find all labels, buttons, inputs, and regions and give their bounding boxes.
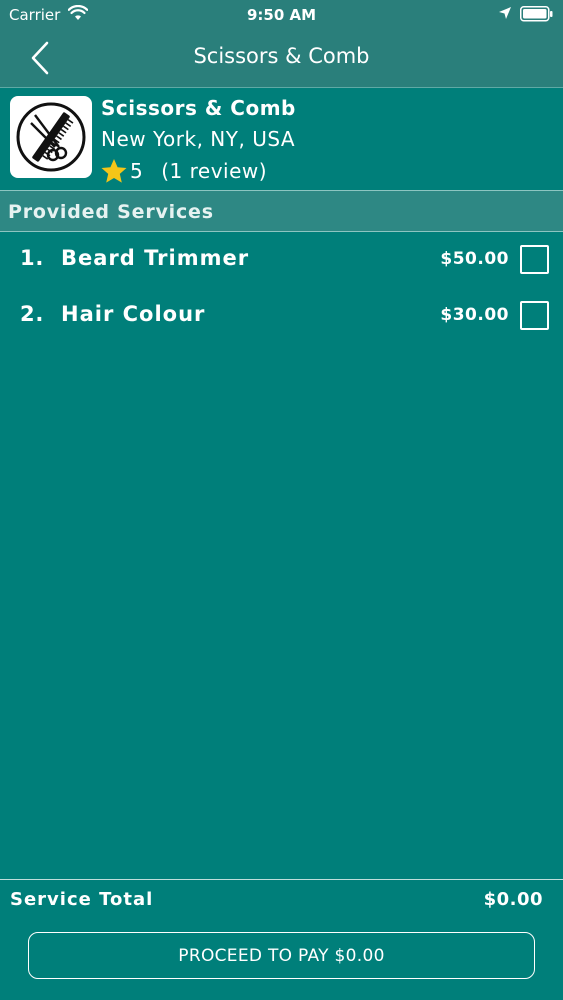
- service-total-label: Service Total: [10, 889, 154, 910]
- service-row[interactable]: 2. Hair Colour $30.00: [0, 288, 563, 344]
- location-arrow-icon: [499, 7, 511, 19]
- rating-value: 5: [130, 159, 144, 183]
- shop-info-card: Scissors & Comb New York, NY, USA 5 (1 r…: [0, 88, 563, 191]
- clock-time: 9:50 AM: [246, 6, 317, 24]
- service-name: Hair Colour: [61, 302, 206, 326]
- shop-logo: [10, 96, 92, 178]
- service-total-value: $0.00: [483, 889, 543, 910]
- service-price: $50.00: [440, 249, 509, 269]
- shop-name: Scissors & Comb: [101, 96, 296, 120]
- scissors-comb-icon: [16, 102, 86, 172]
- service-number: 1.: [20, 246, 45, 270]
- service-number: 2.: [20, 302, 45, 326]
- navigation-header: Carrier 9:50 AM Scissors & Comb: [0, 0, 563, 88]
- star-icon: [101, 159, 127, 183]
- service-name: Beard Trimmer: [61, 246, 250, 270]
- rating-row: 5 (1 review): [100, 158, 267, 184]
- footer-divider: [0, 879, 563, 880]
- service-checkbox[interactable]: [520, 301, 549, 330]
- review-count-link[interactable]: (1 review): [161, 159, 267, 183]
- service-checkbox[interactable]: [520, 245, 549, 274]
- battery-icon: [520, 6, 553, 22]
- services-section-header: Provided Services: [0, 191, 563, 232]
- section-title: Provided Services: [8, 201, 214, 223]
- service-row[interactable]: 1. Beard Trimmer $50.00: [0, 232, 563, 288]
- page-title: Scissors & Comb: [193, 44, 370, 68]
- service-price: $30.00: [440, 305, 509, 325]
- shop-location: New York, NY, USA: [101, 127, 296, 151]
- status-bar: Carrier 9:50 AM: [0, 0, 563, 30]
- proceed-to-pay-button[interactable]: PROCEED TO PAY $0.00: [28, 932, 535, 979]
